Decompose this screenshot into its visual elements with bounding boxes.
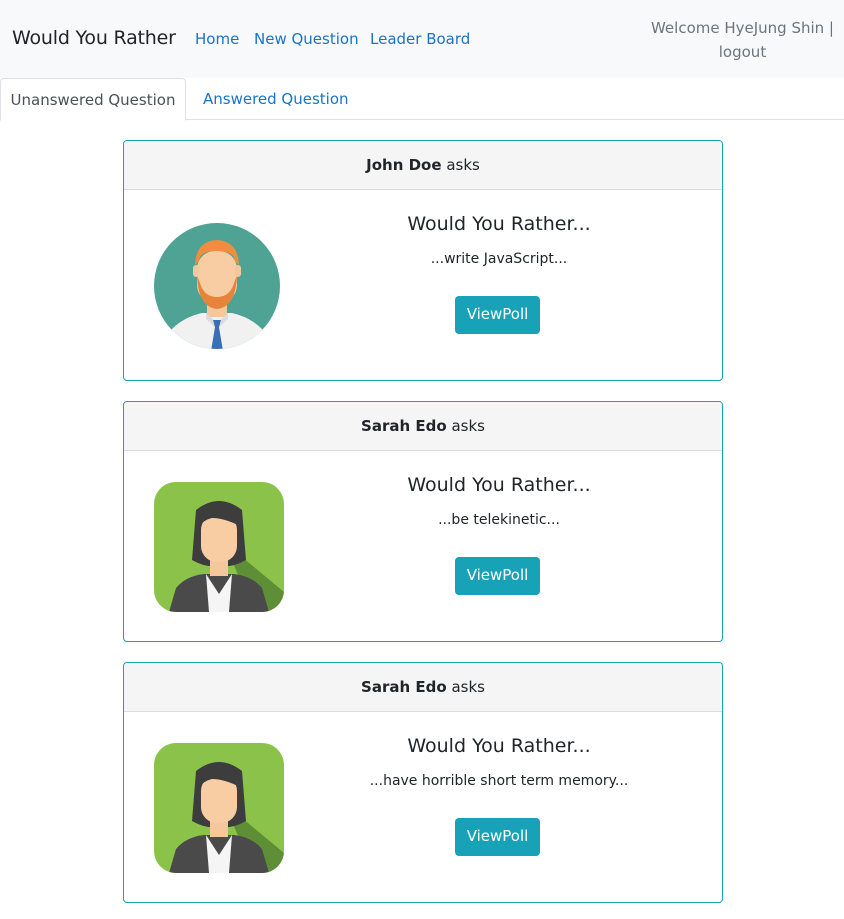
nav-link-new-question[interactable]: New Question	[254, 30, 359, 48]
question-card: John Doe asks Would You Rather... ...wri…	[123, 140, 723, 381]
tab-answered[interactable]: Answered Question	[203, 78, 349, 120]
question-card: Sarah Edo asks Would You Rather... ...be…	[123, 401, 723, 642]
question-content: Would You Rather... ...write JavaScript.…	[339, 141, 659, 380]
question-title: Would You Rather...	[407, 735, 591, 757]
question-card: Sarah Edo asks Would You Rather... ...ha…	[123, 662, 723, 903]
question-content: Would You Rather... ...have horrible sho…	[339, 663, 659, 902]
question-content: Would You Rather... ...be telekinetic...…	[339, 402, 659, 641]
man-avatar-icon	[154, 223, 280, 349]
woman-avatar-icon	[154, 743, 284, 873]
question-title: Would You Rather...	[407, 474, 591, 496]
question-preview: ...be telekinetic...	[438, 512, 560, 528]
nav-link-home[interactable]: Home	[195, 30, 239, 48]
view-poll-button[interactable]: ViewPoll	[455, 557, 540, 595]
nav-link-leader-board[interactable]: Leader Board	[370, 30, 470, 48]
welcome-area: Welcome HyeJung Shin | logout	[651, 16, 834, 64]
view-poll-button[interactable]: ViewPoll	[455, 818, 540, 856]
tab-unanswered[interactable]: Unanswered Question	[0, 78, 186, 121]
logout-link[interactable]: logout	[651, 40, 834, 64]
view-poll-button[interactable]: ViewPoll	[455, 296, 540, 334]
welcome-text: Welcome HyeJung Shin |	[650, 19, 834, 37]
question-tabs: Unanswered Question Answered Question	[0, 78, 844, 121]
question-preview: ...write JavaScript...	[430, 251, 568, 267]
brand-title[interactable]: Would You Rather	[12, 27, 176, 49]
question-preview: ...have horrible short term memory...	[369, 773, 629, 789]
question-title: Would You Rather...	[407, 213, 591, 235]
woman-avatar-icon	[154, 482, 284, 612]
navbar: Would You Rather Home New Question Leade…	[0, 0, 844, 78]
